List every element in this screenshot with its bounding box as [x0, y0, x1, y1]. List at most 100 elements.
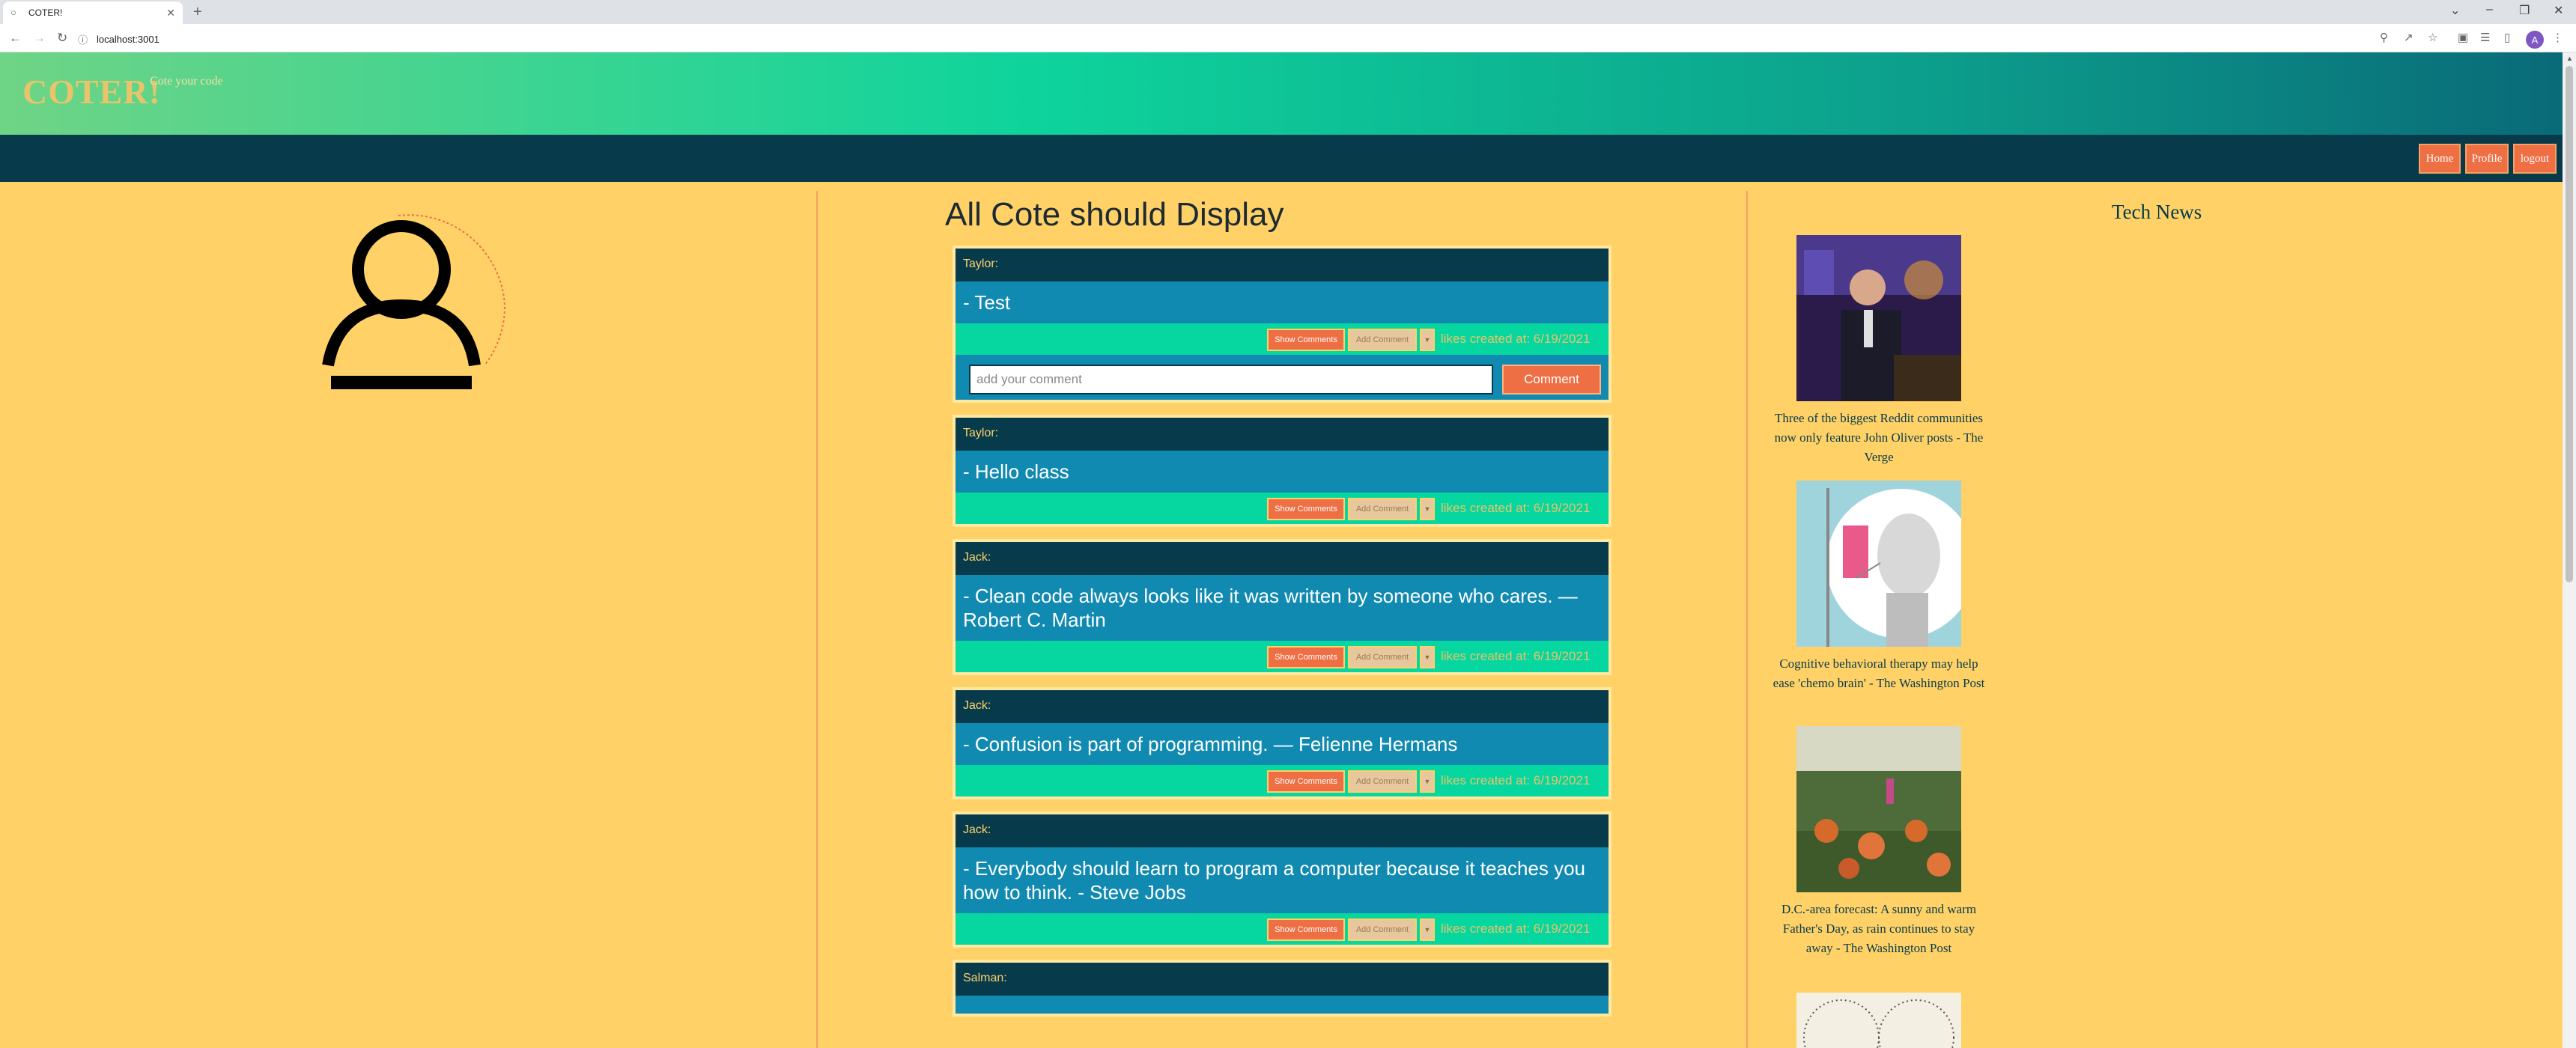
side-panel-icon[interactable]: ▯ — [2504, 31, 2510, 45]
add-comment-button[interactable]: Add Comment — [1348, 770, 1417, 793]
add-comment-button[interactable]: Add Comment — [1348, 498, 1417, 520]
post-actions: Show Comments Add Comment ▼ likes create… — [956, 765, 1609, 796]
likes-created-text: likes created at: 6/19/2021 — [1441, 649, 1591, 663]
scroll-up-icon[interactable]: ▲ — [2566, 55, 2573, 62]
news-item[interactable]: Cognitive behavioral therapy may help ea… — [1770, 481, 1987, 693]
news-photo-talkshow — [1796, 235, 1961, 401]
cote-feed: Taylor: - Test Show Comments Add Comment… — [953, 246, 1611, 1029]
comment-submit-button[interactable]: Comment — [1502, 365, 1601, 394]
scroll-thumb[interactable] — [2566, 66, 2573, 582]
news-thumbnail[interactable] — [1796, 993, 1961, 1048]
logout-button[interactable]: logout — [2513, 144, 2557, 174]
post-text: - Everybody should learn to program a co… — [963, 857, 1586, 904]
cote-card: Taylor: - Test Show Comments Add Comment… — [953, 246, 1611, 403]
globe-icon: ○ — [10, 7, 16, 18]
back-icon[interactable]: ← — [9, 31, 22, 46]
post-author: Taylor: — [956, 418, 1609, 451]
profile-avatar[interactable] — [309, 208, 518, 403]
zoom-icon[interactable]: ⚲ — [2380, 31, 2388, 45]
post-actions: Show Comments Add Comment ▼ likes create… — [956, 323, 1609, 355]
tab-search-icon[interactable]: ⌄ — [2450, 3, 2460, 18]
brand-logo[interactable]: COTER! — [22, 72, 161, 112]
site-header: COTER! Cote your code — [0, 52, 2563, 135]
post-actions: Show Comments Add Comment ▼ likes create… — [956, 641, 1609, 672]
news-caption[interactable]: Cognitive behavioral therapy may help ea… — [1770, 654, 1987, 693]
add-comment-button[interactable]: Add Comment — [1348, 918, 1417, 941]
likes-created-text: likes created at: 6/19/2021 — [1441, 921, 1591, 936]
close-window-icon[interactable]: ✕ — [2554, 3, 2563, 18]
cote-card: Jack: - Everybody should learn to progra… — [953, 811, 1611, 948]
news-caption[interactable]: Three of the biggest Reddit communities … — [1770, 409, 1987, 467]
chevron-down-icon[interactable]: ▼ — [1420, 646, 1435, 668]
post-text: - Test — [963, 291, 1011, 314]
home-button[interactable]: Home — [2419, 144, 2461, 174]
news-thumbnail[interactable] — [1796, 726, 1961, 892]
reload-icon[interactable]: ↻ — [57, 31, 67, 46]
post-author: Jack: — [956, 542, 1609, 575]
post-author: Jack: — [956, 814, 1609, 847]
browser-toolbar: ← → ↻ ⓘ localhost:3001 ⚲ ↗ ☆ ▣ ☰ ▯ ⋮ — [0, 24, 2576, 52]
profile-button[interactable]: Profile — [2465, 144, 2509, 174]
news-thumbnail[interactable] — [1796, 481, 1961, 647]
cote-card: Salman: — [953, 960, 1611, 1017]
add-comment-button[interactable]: Add Comment — [1348, 646, 1417, 668]
post-text: - Clean code always looks like it was wr… — [963, 585, 1578, 631]
likes-created-text: likes created at: 6/19/2021 — [1441, 501, 1591, 515]
close-tab-icon[interactable]: ✕ — [166, 7, 175, 19]
comment-input[interactable] — [969, 365, 1493, 394]
news-title: Tech News — [2112, 201, 2202, 223]
post-actions: Show Comments Add Comment ▼ likes create… — [956, 493, 1609, 524]
left-divider — [816, 191, 818, 1048]
site-info-icon[interactable]: ⓘ — [78, 32, 88, 46]
likes-created-text: likes created at: 6/19/2021 — [1441, 332, 1591, 346]
news-thumbnail[interactable] — [1796, 235, 1961, 401]
post-author: Taylor: — [956, 249, 1609, 281]
avatar[interactable]: A — [2526, 31, 2544, 49]
post-text — [956, 996, 1609, 1014]
chevron-down-icon[interactable]: ▼ — [1420, 770, 1435, 793]
comment-form: Comment — [956, 355, 1609, 400]
restore-icon[interactable]: ❐ — [2519, 3, 2530, 18]
news-item[interactable]: Three of the biggest Reddit communities … — [1770, 235, 1987, 467]
news-caption[interactable]: D.C.-area forecast: A sunny and warm Fat… — [1770, 900, 1987, 958]
address-bar[interactable]: ⓘ localhost:3001 — [78, 28, 2497, 49]
minimize-icon[interactable]: – — [2486, 3, 2493, 16]
cote-card: Jack: - Clean code always looks like it … — [953, 539, 1611, 675]
cote-card: Jack: - Confusion is part of programming… — [953, 687, 1611, 799]
chevron-down-icon[interactable]: ▼ — [1420, 918, 1435, 941]
user-icon — [322, 214, 506, 389]
browser-tab[interactable]: ○ COTER! ✕ — [3, 1, 183, 24]
brand-slogan: Cote your code — [150, 75, 223, 88]
show-comments-button[interactable]: Show Comments — [1267, 770, 1345, 793]
url-text: localhost:3001 — [97, 33, 160, 45]
bookmark-star-icon[interactable]: ☆ — [2428, 31, 2437, 45]
show-comments-button[interactable]: Show Comments — [1267, 918, 1345, 941]
add-comment-button[interactable]: Add Comment — [1348, 329, 1417, 351]
page-scrollbar[interactable]: ▲ — [2563, 52, 2576, 1048]
forward-icon[interactable]: → — [33, 31, 46, 46]
news-illustration-clocks — [1796, 993, 1961, 1048]
likes-created-text: likes created at: 6/19/2021 — [1441, 773, 1591, 787]
share-icon[interactable]: ↗ — [2404, 31, 2414, 45]
post-actions: Show Comments Add Comment ▼ likes create… — [956, 913, 1609, 945]
news-photo-flowers — [1796, 726, 1961, 892]
menu-dots-icon[interactable]: ⋮ — [2552, 31, 2563, 45]
chevron-down-icon[interactable]: ▼ — [1420, 498, 1435, 520]
new-tab-icon[interactable]: + — [193, 4, 202, 19]
show-comments-button[interactable]: Show Comments — [1267, 329, 1345, 351]
chevron-down-icon[interactable]: ▼ — [1420, 329, 1435, 351]
cote-card: Taylor: - Hello class Show Comments Add … — [953, 415, 1611, 527]
post-author: Salman: — [956, 963, 1609, 996]
news-illustration-chemo — [1796, 481, 1961, 647]
extensions-puzzle-icon[interactable]: ☰ — [2480, 31, 2490, 45]
post-author: Jack: — [956, 690, 1609, 723]
browser-tab-bar: ○ COTER! ✕ + ⌄ – ❐ ✕ — [0, 0, 2576, 24]
news-item[interactable] — [1770, 993, 1987, 1048]
extension-badge-icon[interactable]: ▣ — [2458, 31, 2468, 45]
show-comments-button[interactable]: Show Comments — [1267, 646, 1345, 668]
feed-title: All Cote should Display — [945, 196, 1284, 233]
post-text: - Hello class — [963, 460, 1069, 483]
news-item[interactable]: D.C.-area forecast: A sunny and warm Fat… — [1770, 726, 1987, 958]
show-comments-button[interactable]: Show Comments — [1267, 498, 1345, 520]
nav-bar: Home Profile logout — [0, 135, 2563, 182]
